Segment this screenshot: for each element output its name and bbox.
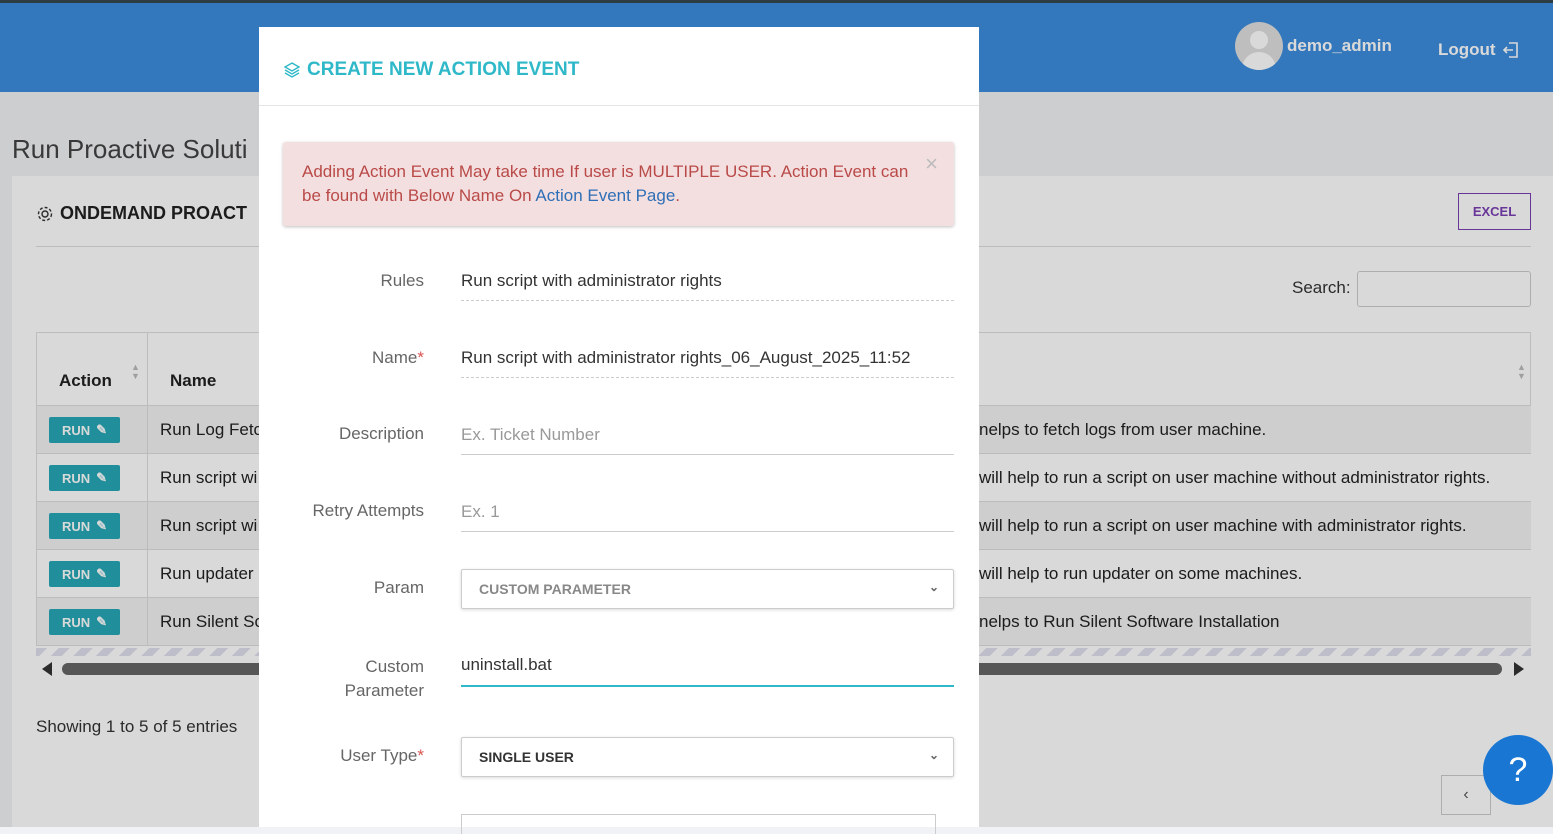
help-button[interactable]: ?	[1483, 735, 1553, 805]
description-label: Description	[338, 424, 424, 443]
next-field-input[interactable]	[461, 814, 936, 834]
user-type-label: User Type*	[340, 746, 424, 765]
close-icon[interactable]: ×	[925, 152, 938, 176]
retry-attempts-input[interactable]: Ex. 1	[461, 496, 954, 532]
param-label: Param	[373, 578, 424, 597]
modal-title: CREATE NEW ACTION EVENT	[283, 59, 579, 81]
modal-title-text: CREATE NEW ACTION EVENT	[307, 59, 580, 80]
name-label: Name*	[372, 348, 424, 367]
retry-attempts-label: Retry Attempts	[312, 501, 424, 520]
rules-field: Run script with administrator rights	[461, 265, 954, 301]
description-input[interactable]: Ex. Ticket Number	[461, 419, 954, 455]
action-event-page-link[interactable]: Action Event Page	[535, 186, 675, 205]
custom-parameter-input[interactable]: uninstall.bat	[461, 651, 954, 687]
layers-icon	[283, 62, 301, 78]
user-type-select[interactable]: SINGLE USER ⌄	[461, 737, 954, 777]
param-select[interactable]: CUSTOM PARAMETER ⌄	[461, 569, 954, 609]
user-type-selected-value: SINGLE USER	[479, 749, 574, 765]
modal-header: CREATE NEW ACTION EVENT	[259, 27, 979, 106]
rules-label: Rules	[380, 271, 424, 290]
chevron-down-icon: ⌄	[928, 580, 939, 594]
create-action-event-modal: CREATE NEW ACTION EVENT Adding Action Ev…	[259, 27, 979, 834]
param-selected-value: CUSTOM PARAMETER	[479, 581, 631, 597]
name-field[interactable]: Run script with administrator rights_06_…	[461, 342, 954, 378]
custom-parameter-label: Custom Parameter	[344, 657, 424, 700]
chevron-down-icon: ⌄	[928, 748, 939, 762]
warning-alert: Adding Action Event May take time If use…	[283, 142, 954, 226]
